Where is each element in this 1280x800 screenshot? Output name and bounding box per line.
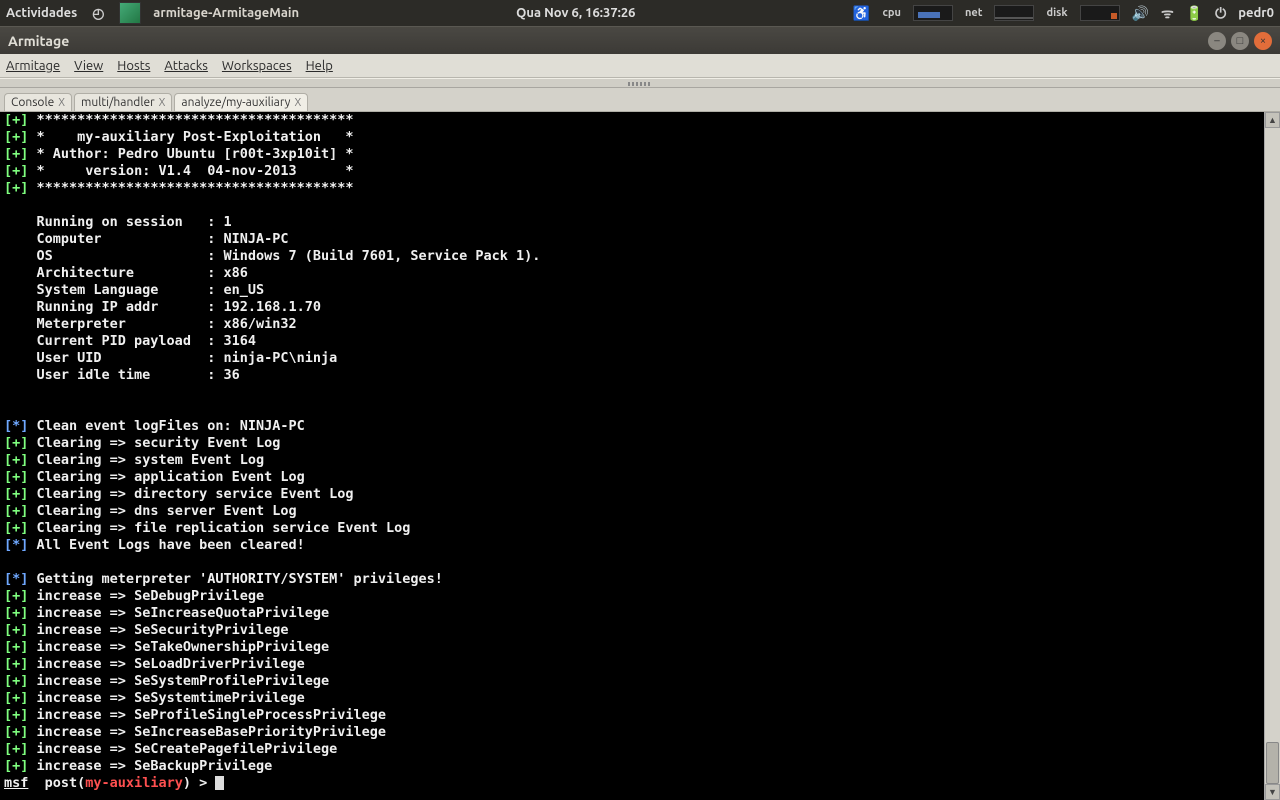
close-icon[interactable]: X (58, 97, 65, 109)
net-graph[interactable] (994, 5, 1034, 21)
menu-armitage[interactable]: Armitage (6, 59, 60, 73)
task-icon[interactable] (119, 2, 141, 24)
menu-view[interactable]: View (74, 59, 103, 73)
prompt-msf: msf (4, 775, 28, 791)
menu-bar: Armitage View Hosts Attacks Workspaces H… (0, 54, 1280, 78)
scroll-thumb[interactable] (1266, 742, 1279, 784)
close-icon[interactable]: X (294, 97, 301, 109)
window-close-button[interactable]: × (1254, 32, 1272, 50)
panel-clock[interactable]: Qua Nov 6, 16:37:26 (299, 6, 852, 20)
window-title: Armitage (8, 33, 1208, 49)
user-menu[interactable]: pedr0 (1238, 6, 1274, 20)
menu-help[interactable]: Help (306, 59, 333, 73)
menu-workspaces[interactable]: Workspaces (222, 59, 292, 73)
tab-analyze-my-auxiliary[interactable]: analyze/my-auxiliary X (174, 93, 308, 111)
window-titlebar[interactable]: Armitage – □ × (0, 26, 1280, 54)
menu-attacks[interactable]: Attacks (164, 59, 208, 73)
tab-label: analyze/my-auxiliary (181, 96, 290, 109)
scroll-down-button[interactable]: ▼ (1265, 784, 1280, 800)
scroll-up-button[interactable]: ▲ (1265, 112, 1280, 128)
scroll-track[interactable] (1265, 128, 1280, 784)
tab-label: Console (11, 96, 54, 109)
split-handle[interactable] (0, 78, 1280, 88)
close-icon[interactable]: X (159, 97, 166, 109)
tab-console[interactable]: Console X (4, 93, 72, 111)
cpu-label: cpu (883, 7, 901, 19)
power-icon[interactable]: ⏻ (1215, 5, 1226, 22)
gnome-top-panel: Actividades ◴ armitage-ArmitageMain Qua … (0, 0, 1280, 26)
window-minimize-button[interactable]: – (1208, 32, 1226, 50)
tab-label: multi/handler (81, 96, 155, 109)
cpu-graph[interactable] (913, 5, 953, 21)
tab-multi-handler[interactable]: multi/handler X (74, 93, 172, 111)
window-maximize-button[interactable]: □ (1231, 32, 1249, 50)
console-output[interactable]: [+] ************************************… (0, 112, 1264, 800)
vertical-scrollbar[interactable]: ▲ ▼ (1264, 112, 1280, 800)
activities-button[interactable]: Actividades (6, 6, 77, 20)
wifi-icon[interactable]: ᯤ (1161, 4, 1174, 23)
disk-label: disk (1046, 7, 1067, 19)
net-label: net (965, 7, 983, 19)
battery-icon[interactable]: 🔋 (1186, 5, 1203, 22)
volume-icon[interactable]: 🔊 (1132, 5, 1149, 22)
ubuntu-icon[interactable]: ◴ (89, 4, 107, 22)
task-title[interactable]: armitage-ArmitageMain (153, 6, 299, 20)
accessibility-icon[interactable]: ♿ (853, 4, 871, 22)
tab-strip: Console X multi/handler X analyze/my-aux… (0, 88, 1280, 112)
input-cursor[interactable] (215, 776, 224, 790)
disk-graph[interactable] (1080, 5, 1120, 21)
menu-hosts[interactable]: Hosts (117, 59, 150, 73)
